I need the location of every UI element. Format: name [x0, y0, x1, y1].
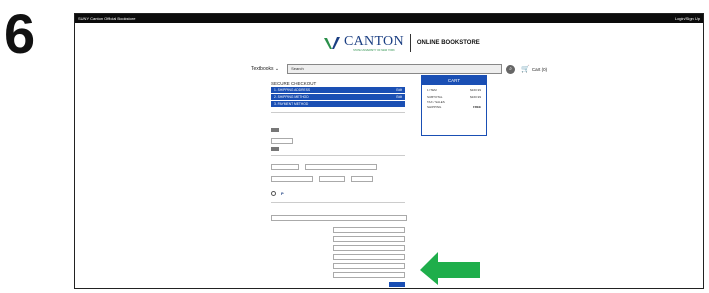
cart-link[interactable]: 🛒 Cart (0): [521, 65, 547, 73]
apply-promo-button[interactable]: [271, 147, 279, 151]
green-arrow-icon: [420, 252, 480, 285]
billing-address-select[interactable]: [271, 215, 407, 221]
store-name: SUNY Canton Official Bookstore: [78, 16, 136, 21]
cart-row: TAX / SALES: [427, 100, 445, 104]
promo-field[interactable]: [271, 138, 293, 144]
cart-row: SUBTOTAL $160.99: [427, 95, 481, 99]
apply-button[interactable]: [271, 128, 279, 132]
radio-icon[interactable]: [271, 191, 276, 196]
search-icon[interactable]: ⌕: [506, 64, 516, 74]
brand-header: CANTON STATE UNIVERSITY OF NEW YORK ONLI…: [323, 34, 480, 52]
divider: [271, 112, 405, 113]
cart-row: 1 ITEM $160.99: [427, 88, 481, 92]
paypal-icon: P: [281, 191, 284, 196]
login-link[interactable]: Login/Sign Up: [675, 16, 700, 21]
screenshot-frame: SUNY Canton Official Bookstore Login/Sig…: [74, 13, 704, 289]
cart-summary-title: CART: [422, 76, 486, 85]
canton-logo-icon: [323, 36, 341, 50]
checkout-panel: SECURE CHECKOUT 1. SHIPPING ADDRESS Edit …: [271, 81, 407, 287]
textbooks-menu[interactable]: Textbooks ⌄: [251, 66, 279, 72]
address-field[interactable]: [333, 245, 405, 251]
search-input[interactable]: Search: [287, 64, 503, 74]
expiry-field[interactable]: [319, 176, 345, 182]
card-type-select[interactable]: [271, 164, 299, 170]
state-select[interactable]: [333, 263, 405, 269]
step-payment-method[interactable]: 3. PAYMENT METHOD: [271, 101, 405, 107]
divider: [271, 202, 405, 203]
cart-row: SHIPPING FREE: [427, 105, 481, 109]
last-name-field[interactable]: [333, 236, 405, 242]
cardholder-field[interactable]: [271, 176, 313, 182]
cart-icon: 🛒: [521, 66, 530, 73]
first-name-field[interactable]: [333, 227, 405, 233]
step-shipping-method[interactable]: 2. SHIPPING METHOD Edit: [271, 94, 405, 100]
checkout-title: SECURE CHECKOUT: [271, 81, 317, 86]
brand-name: CANTON: [344, 33, 404, 49]
cvv-field[interactable]: [351, 176, 373, 182]
country-select[interactable]: [333, 272, 405, 278]
store-title: ONLINE BOOKSTORE: [416, 40, 480, 46]
city-field[interactable]: [333, 254, 405, 260]
card-number-field[interactable]: [305, 164, 377, 170]
step-number: 6: [4, 2, 36, 65]
brand-divider: [409, 34, 411, 52]
divider: [271, 155, 405, 156]
cart-summary: CART 1 ITEM $160.99 SUBTOTAL $160.99 TAX /…: [421, 75, 487, 136]
continue-button[interactable]: [389, 282, 405, 287]
nav-bar: Textbooks ⌄ Search ⌕ 🛒 Cart (0): [251, 64, 547, 74]
brand-subtitle: STATE UNIVERSITY OF NEW YORK: [353, 48, 395, 52]
top-bar: SUNY Canton Official Bookstore Login/Sig…: [75, 14, 703, 23]
step-shipping-address[interactable]: 1. SHIPPING ADDRESS Edit: [271, 87, 405, 93]
